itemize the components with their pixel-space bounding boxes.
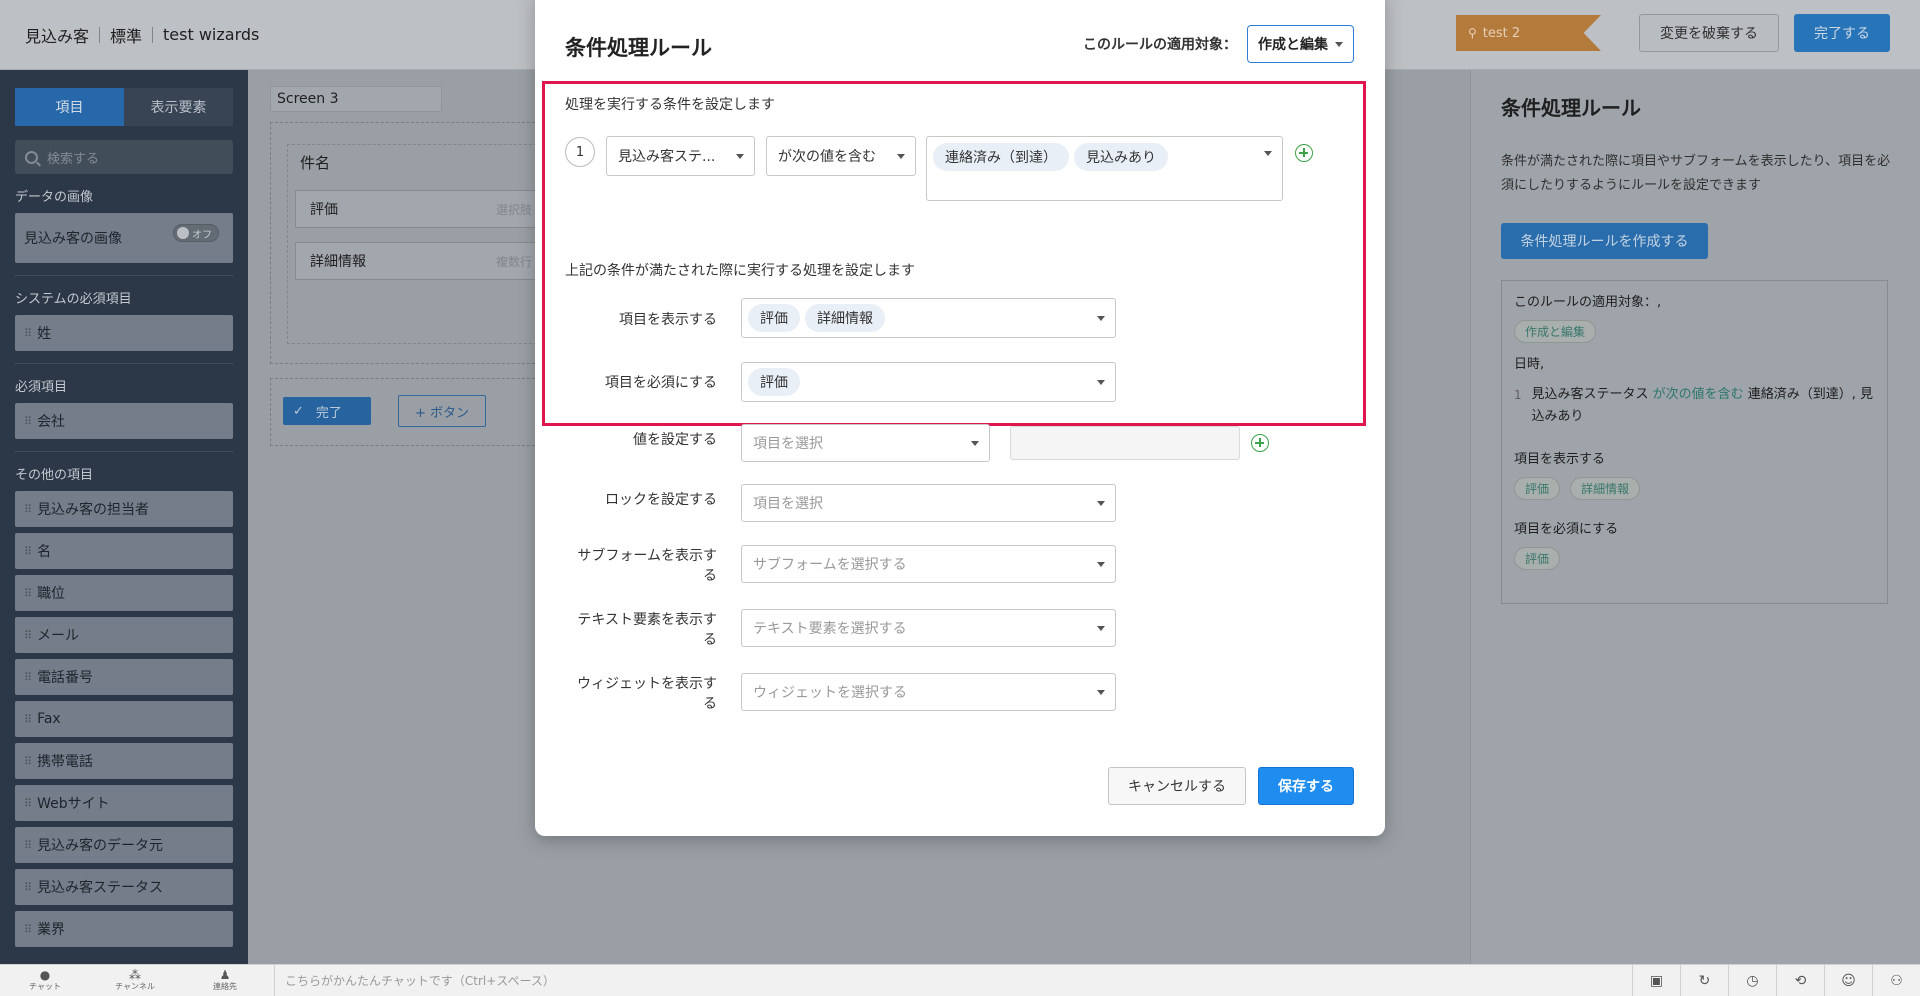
rule-target-label: このルールの適用対象：	[1083, 37, 1237, 53]
condition-field-select[interactable]: 見込み客ステ...	[606, 136, 755, 176]
rule-target-select[interactable]: 作成と編集	[1247, 25, 1354, 63]
chevron-down-icon	[1097, 562, 1105, 567]
subform-select[interactable]: サブフォームを選択する	[741, 545, 1116, 583]
widget-placeholder: ウィジェットを選択する	[753, 685, 907, 701]
contacts-shortcut[interactable]: ♟ 連絡先	[180, 969, 270, 992]
show-fields-label: 項目を表示する	[619, 312, 717, 328]
subform-label: サブフォームを表示する	[577, 548, 717, 584]
show-fields-select[interactable]: 評価 詳細情報	[741, 298, 1116, 338]
set-value-label: 値を設定する	[633, 432, 717, 448]
lock-placeholder: 項目を選択	[753, 496, 823, 512]
chat-shortcut[interactable]: ● チャット	[0, 969, 90, 992]
text-element-select[interactable]: テキスト要素を選択する	[741, 609, 1116, 647]
chevron-down-icon	[1335, 42, 1343, 47]
set-value-placeholder: 項目を選択	[753, 436, 823, 452]
chevron-down-icon	[897, 154, 905, 159]
condition-heading: 処理を実行する条件を設定します	[565, 97, 775, 113]
lock-field-select[interactable]: 項目を選択	[741, 484, 1116, 522]
screen-share-icon[interactable]: ▣	[1632, 964, 1680, 996]
lock-label: ロックを設定する	[605, 492, 717, 508]
save-button[interactable]: 保存する	[1258, 767, 1354, 805]
add-set-value-icon[interactable]	[1251, 434, 1269, 452]
chevron-down-icon	[971, 441, 979, 446]
accessibility-icon[interactable]: ☺	[1824, 964, 1872, 996]
condition-value-chip[interactable]: 連絡済み（到達）	[933, 143, 1069, 171]
chevron-down-icon	[1097, 316, 1105, 321]
contacts-shortcut-label: 連絡先	[213, 982, 237, 991]
required-field-chip[interactable]: 評価	[748, 368, 800, 396]
group-icon: ⁂	[129, 968, 141, 982]
history-icon[interactable]: ⟲	[1776, 964, 1824, 996]
channel-shortcut-label: チャンネル	[115, 982, 155, 991]
condition-value-chip[interactable]: 見込みあり	[1074, 143, 1168, 171]
condition-number: 1	[565, 137, 595, 167]
alarm-icon[interactable]: ◷	[1728, 964, 1776, 996]
chat-input[interactable]: こちらがかんたんチャットです（Ctrl+スペース）	[274, 964, 1632, 996]
condition-operator-value: が次の値を含む	[778, 149, 876, 165]
text-element-label: テキスト要素を表示する	[577, 612, 717, 648]
cancel-button[interactable]: キャンセルする	[1108, 767, 1246, 805]
required-fields-label: 項目を必須にする	[604, 375, 717, 391]
chevron-down-icon	[736, 154, 744, 159]
contact-icon: ♟	[219, 968, 231, 982]
chat-shortcut-label: チャット	[29, 982, 61, 991]
reminder-icon[interactable]: ↻	[1680, 964, 1728, 996]
chat-bar: ● チャット ⁂ チャンネル ♟ 連絡先 こちらがかんたんチャットです（Ctrl+スペ…	[0, 964, 1920, 996]
action-heading: 上記の条件が満たされた際に実行する処理を設定します	[565, 263, 915, 279]
chevron-down-icon	[1097, 380, 1105, 385]
condition-values-select[interactable]: 連絡済み（到達） 見込みあり	[926, 136, 1283, 201]
add-condition-icon[interactable]	[1295, 144, 1313, 162]
subform-placeholder: サブフォームを選択する	[753, 557, 907, 573]
channel-shortcut[interactable]: ⁂ チャンネル	[90, 969, 180, 992]
set-value-input[interactable]	[1010, 426, 1240, 460]
widget-label: ウィジェットを表示する	[577, 676, 717, 712]
required-fields-select[interactable]: 評価	[741, 362, 1116, 402]
show-field-chip[interactable]: 評価	[748, 304, 800, 332]
bot-icon[interactable]: ⚇	[1872, 964, 1920, 996]
chevron-down-icon	[1264, 151, 1272, 156]
chat-tools: ▣ ↻ ◷ ⟲ ☺ ⚇	[1632, 964, 1920, 996]
condition-field-value: 見込み客ステ...	[618, 149, 716, 165]
show-field-chip[interactable]: 詳細情報	[805, 304, 885, 332]
modal-title: 条件処理ルール	[565, 36, 712, 60]
rule-target-value: 作成と編集	[1258, 37, 1328, 53]
chevron-down-icon	[1097, 690, 1105, 695]
chevron-down-icon	[1097, 626, 1105, 631]
conditional-rule-modal: 条件処理ルール このルールの適用対象： 作成と編集 処理を実行する条件を設定しま…	[535, 0, 1385, 836]
set-value-field-select[interactable]: 項目を選択	[741, 424, 990, 462]
text-element-placeholder: テキスト要素を選択する	[753, 621, 907, 637]
condition-operator-select[interactable]: が次の値を含む	[766, 136, 916, 176]
chevron-down-icon	[1097, 501, 1105, 506]
chat-bubble-icon: ●	[39, 968, 51, 982]
widget-select[interactable]: ウィジェットを選択する	[741, 673, 1116, 711]
